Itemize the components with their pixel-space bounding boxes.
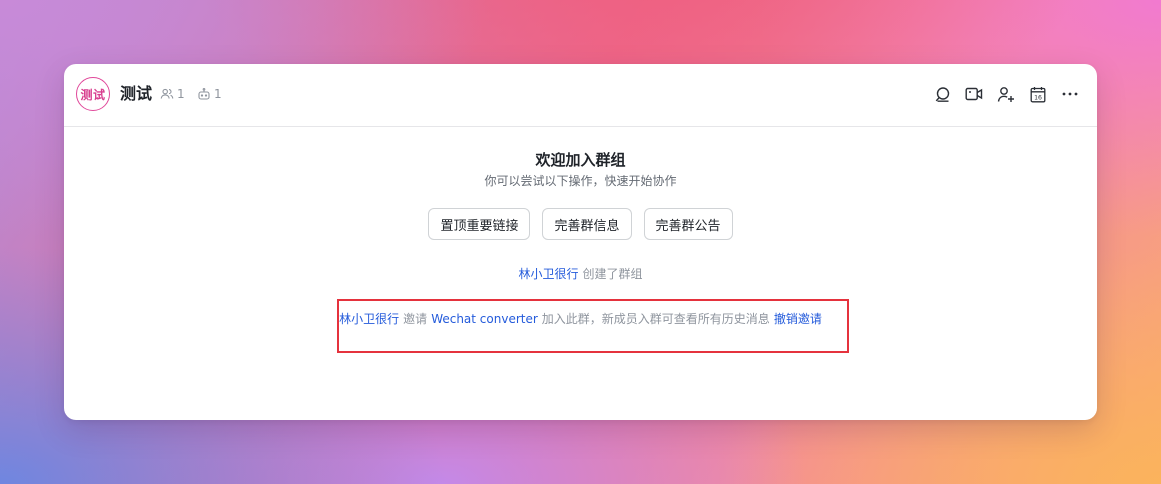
system-message-invite: 林小卫很行 邀请 Wechat converter 加入此群，新成员入群可查看所有历史… — [64, 311, 1097, 327]
add-member-button[interactable] — [996, 84, 1016, 104]
complete-notice-button[interactable]: 完善群公告 — [643, 208, 733, 240]
complete-info-button[interactable]: 完善群信息 — [542, 208, 632, 240]
video-call-button[interactable] — [964, 84, 984, 104]
member-count[interactable]: 1 — [160, 86, 185, 102]
revoke-invite-link[interactable]: 撤销邀请 — [774, 312, 822, 326]
system-message-created: 林小卫很行 创建了群组 — [64, 266, 1097, 282]
add-member-icon — [997, 86, 1014, 102]
calendar-icon: 16 — [1030, 86, 1046, 102]
member-count-value: 1 — [177, 87, 185, 101]
quick-actions: 置顶重要链接 完善群信息 完善群公告 — [64, 208, 1097, 240]
avatar-text: 测试 — [80, 87, 106, 102]
bot-count-value: 1 — [214, 87, 222, 101]
invite-word: 邀请 — [403, 312, 428, 326]
calendar-day-label: 16 — [1034, 94, 1042, 101]
header-toolbar: 16 — [932, 84, 1080, 104]
search-icon — [935, 86, 949, 102]
pin-link-button[interactable]: 置顶重要链接 — [428, 208, 531, 240]
creator-link[interactable]: 林小卫很行 — [518, 267, 578, 281]
members-icon — [160, 88, 174, 99]
video-call-icon — [965, 87, 983, 101]
more-button[interactable] — [1060, 84, 1080, 104]
created-text: 创建了群组 — [582, 267, 643, 281]
bot-icon — [198, 87, 210, 100]
more-icon — [1062, 92, 1078, 96]
calendar-button[interactable]: 16 — [1028, 84, 1048, 104]
group-name[interactable]: 测试 — [120, 84, 152, 104]
chat-header: 测试 测试 1 1 16 — [64, 64, 1097, 127]
group-avatar[interactable]: 测试 — [76, 77, 110, 111]
chat-window: 测试 测试 1 1 16 欢迎加入群组 你可以尝试以下操作，快速开始协作 置顶重… — [64, 64, 1097, 420]
inviter-link[interactable]: 林小卫很行 — [339, 312, 399, 326]
welcome-title: 欢迎加入群组 — [535, 151, 626, 169]
bot-count[interactable]: 1 — [197, 86, 222, 102]
search-button[interactable] — [932, 84, 952, 104]
invite-tail: 加入此群，新成员入群可查看所有历史消息 — [541, 312, 770, 326]
chat-content: 欢迎加入群组 你可以尝试以下操作，快速开始协作 置顶重要链接 完善群信息 完善群… — [64, 127, 1097, 420]
welcome-subtitle: 你可以尝试以下操作，快速开始协作 — [484, 174, 677, 188]
invitee-link[interactable]: Wechat converter — [431, 312, 538, 326]
